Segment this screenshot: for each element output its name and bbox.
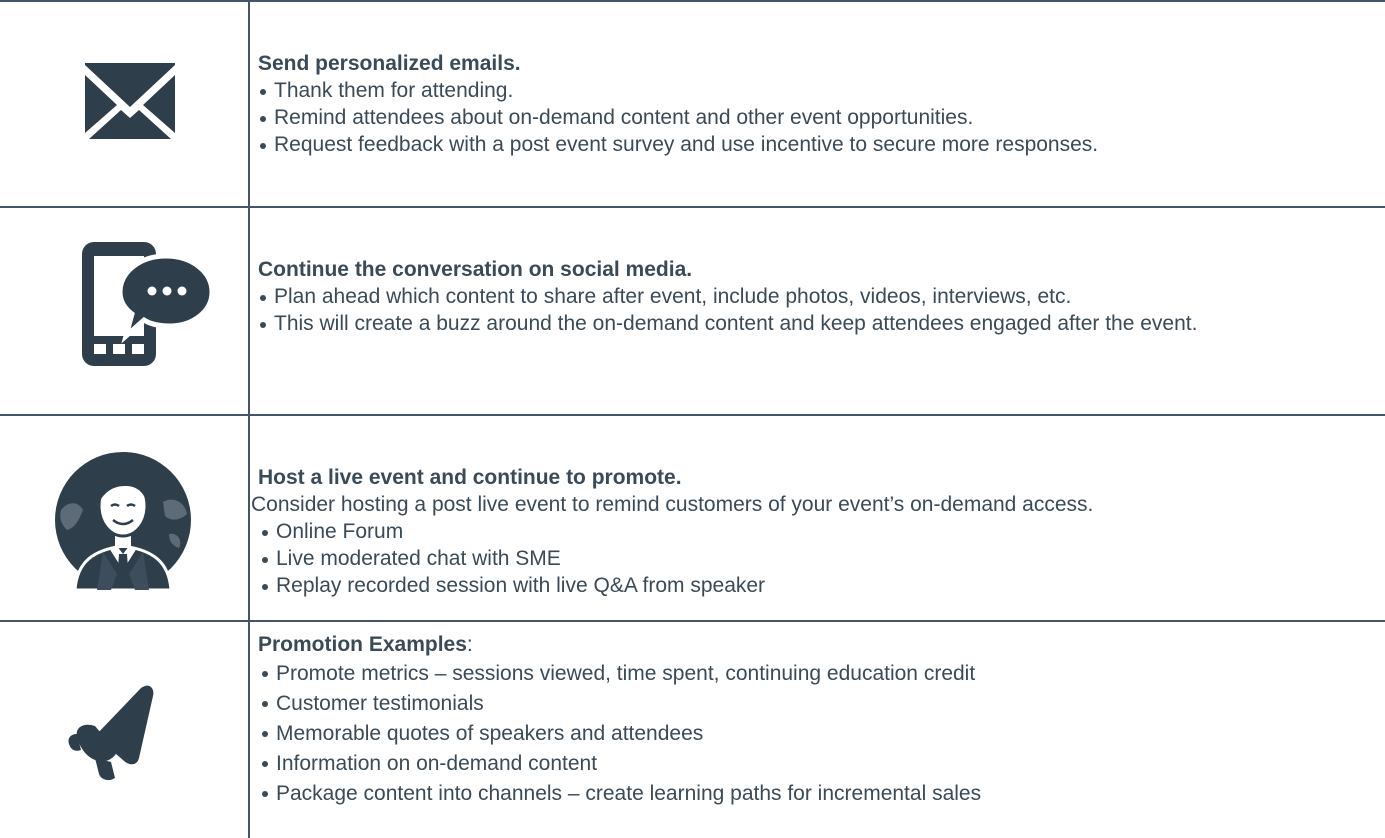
text-cell: Host a live event and continue to promot… bbox=[251, 464, 1385, 599]
section-heading: Promotion Examples: bbox=[258, 631, 1385, 658]
envelope-icon bbox=[85, 63, 175, 139]
section-heading: Send personalized emails. bbox=[258, 52, 521, 75]
icon-cell bbox=[0, 0, 248, 206]
list-item: Customer testimonials bbox=[258, 689, 1385, 719]
icon-cell bbox=[0, 620, 248, 838]
bullet-list: Promote metrics – sessions viewed, time … bbox=[258, 659, 1385, 809]
text-cell: Promotion Examples: Promote metrics – se… bbox=[258, 631, 1385, 809]
list-item: Live moderated chat with SME bbox=[258, 545, 1385, 572]
section-live-event: Host a live event and continue to promot… bbox=[0, 414, 1385, 620]
list-item: Plan ahead which content to share after … bbox=[258, 283, 1385, 310]
list-item: Memorable quotes of speakers and attende… bbox=[258, 719, 1385, 749]
list-item: Package content into channels – create l… bbox=[258, 779, 1385, 809]
section-intro: Consider hosting a post live event to re… bbox=[251, 493, 1094, 516]
list-item: This will create a buzz around the on-de… bbox=[258, 310, 1385, 337]
tips-table: Send personalized emails. Thank them for… bbox=[0, 0, 1385, 838]
icon-cell bbox=[0, 414, 248, 620]
icon-cell bbox=[0, 206, 248, 414]
bullet-list: Online Forum Live moderated chat with SM… bbox=[251, 518, 1385, 599]
section-heading: Host a live event and continue to promot… bbox=[258, 466, 682, 489]
list-item: Request feedback with a post event surve… bbox=[258, 131, 1385, 158]
mobile-chat-icon bbox=[82, 242, 215, 366]
section-emails: Send personalized emails. Thank them for… bbox=[0, 0, 1385, 206]
megaphone-icon bbox=[68, 685, 154, 781]
bullet-list: Thank them for attending. Remind attende… bbox=[258, 77, 1385, 158]
heading-text: Promotion Examples bbox=[258, 633, 467, 656]
bullet-list: Plan ahead which content to share after … bbox=[258, 283, 1385, 337]
section-heading: Continue the conversation on social medi… bbox=[258, 258, 693, 281]
section-social: Continue the conversation on social medi… bbox=[0, 206, 1385, 414]
section-promotion: Promotion Examples: Promote metrics – se… bbox=[0, 620, 1385, 838]
text-cell: Continue the conversation on social medi… bbox=[258, 256, 1385, 337]
heading-suffix: : bbox=[466, 633, 473, 656]
list-item: Online Forum bbox=[258, 518, 1385, 545]
list-item: Promote metrics – sessions viewed, time … bbox=[258, 659, 1385, 689]
list-item: Information on on-demand content bbox=[258, 749, 1385, 779]
list-item: Remind attendees about on-demand content… bbox=[258, 104, 1385, 131]
text-cell: Send personalized emails. Thank them for… bbox=[258, 50, 1385, 158]
speaker-globe-icon bbox=[55, 452, 191, 590]
list-item: Thank them for attending. bbox=[258, 77, 1385, 104]
list-item: Replay recorded session with live Q&A fr… bbox=[258, 572, 1385, 599]
